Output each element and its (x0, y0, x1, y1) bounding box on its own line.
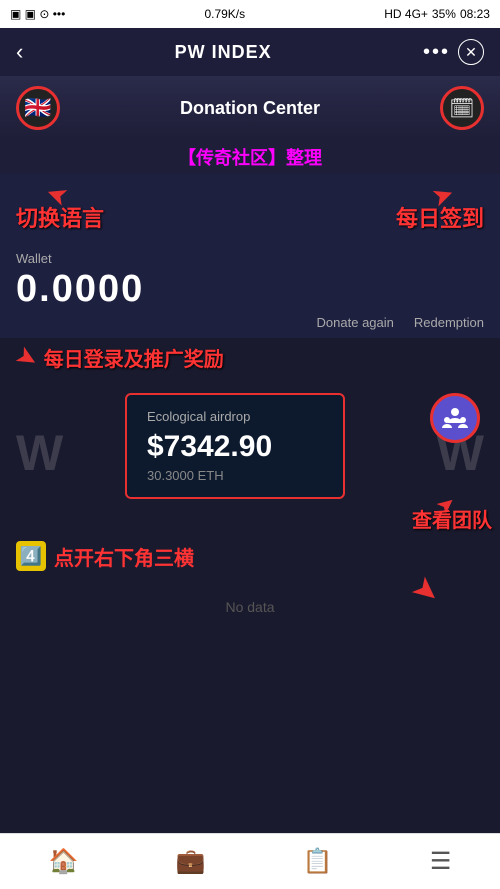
menu-icon: ☰ (430, 847, 452, 876)
calendar-icon: 🗓 (449, 96, 474, 121)
annotation-daily-login: 每日登录及推广奖励 (44, 343, 224, 372)
number-badge: 4️⃣ (16, 541, 46, 571)
signal-icons: ▣ ▣ ⊙ ••• (10, 7, 65, 21)
donation-header: 🇬🇧 Donation Center 🗓 (0, 76, 500, 140)
nav-home[interactable]: 🏠 (49, 847, 79, 876)
network-label: HD 4G+ (384, 7, 428, 21)
legend-text: 【传奇社区】整理 (0, 140, 500, 174)
donate-again-button[interactable]: Donate again (317, 315, 394, 330)
bottom-nav: 🏠 💼 📋 ☰ (0, 833, 500, 889)
annotation-daily-signin: 每日签到 (396, 201, 484, 233)
nav-actions: ••• ✕ (423, 39, 484, 65)
airdrop-eth: 30.3000 ETH (147, 468, 323, 483)
page-title: PW INDEX (175, 42, 272, 63)
airdrop-card: Ecological airdrop $7342.90 30.3000 ETH (125, 393, 345, 499)
pw-watermark-left: W (16, 424, 63, 482)
team-button[interactable] (430, 393, 480, 443)
status-right: HD 4G+ 35% 08:23 (384, 7, 490, 21)
bottom-annotation-section: 4️⃣ 点开右下角三横 ➤ (0, 533, 500, 579)
donation-title: Donation Center (60, 98, 440, 119)
wallet-section: Wallet 0.0000 Donate again Redemption (0, 239, 500, 338)
airdrop-title: Ecological airdrop (147, 409, 323, 424)
status-bar: ▣ ▣ ⊙ ••• 0.79K/s HD 4G+ 35% 08:23 (0, 0, 500, 28)
back-button[interactable]: ‹ (16, 39, 23, 65)
main-content: 🇬🇧 Donation Center 🗓 【传奇社区】整理 ➤ 切换语言 ➤ 每… (0, 76, 500, 889)
wallet-actions: Donate again Redemption (16, 315, 484, 330)
annotation-bottom: 4️⃣ 点开右下角三横 (16, 541, 484, 571)
wallet-label: Wallet (16, 251, 484, 266)
time-label: 08:23 (460, 7, 490, 21)
redemption-button[interactable]: Redemption (414, 315, 484, 330)
calendar-button[interactable]: 🗓 (440, 86, 484, 130)
nav-bar: ‹ PW INDEX ••• ✕ (0, 28, 500, 76)
status-speed: 0.79K/s (204, 7, 245, 21)
airdrop-amount: $7342.90 (147, 430, 323, 464)
arrow-login: ➤ (10, 339, 44, 377)
annotation-bottom-text: 点开右下角三横 (54, 542, 194, 571)
wallet-icon: 💼 (176, 847, 206, 876)
airdrop-section: W Ecological airdrop $7342.90 30.3000 ET… (0, 373, 500, 533)
annotation-view-team: 查看团队 (412, 504, 492, 533)
language-button[interactable]: 🇬🇧 (16, 86, 60, 130)
nav-calendar[interactable]: 📋 (303, 847, 333, 876)
nav-wallet[interactable]: 💼 (176, 847, 206, 876)
home-icon: 🏠 (49, 847, 79, 876)
annotation-switch-lang: 切换语言 (16, 201, 104, 233)
wallet-balance: 0.0000 (16, 268, 484, 311)
team-icon (441, 404, 469, 432)
status-left: ▣ ▣ ⊙ ••• (10, 7, 65, 21)
battery-label: 35% (432, 7, 456, 21)
no-data-text: No data (225, 599, 274, 615)
flag-icon: 🇬🇧 (24, 95, 51, 121)
calendar-nav-icon: 📋 (303, 847, 333, 876)
more-button[interactable]: ••• (423, 41, 450, 64)
close-button[interactable]: ✕ (458, 39, 484, 65)
nav-menu[interactable]: ☰ (430, 847, 452, 876)
